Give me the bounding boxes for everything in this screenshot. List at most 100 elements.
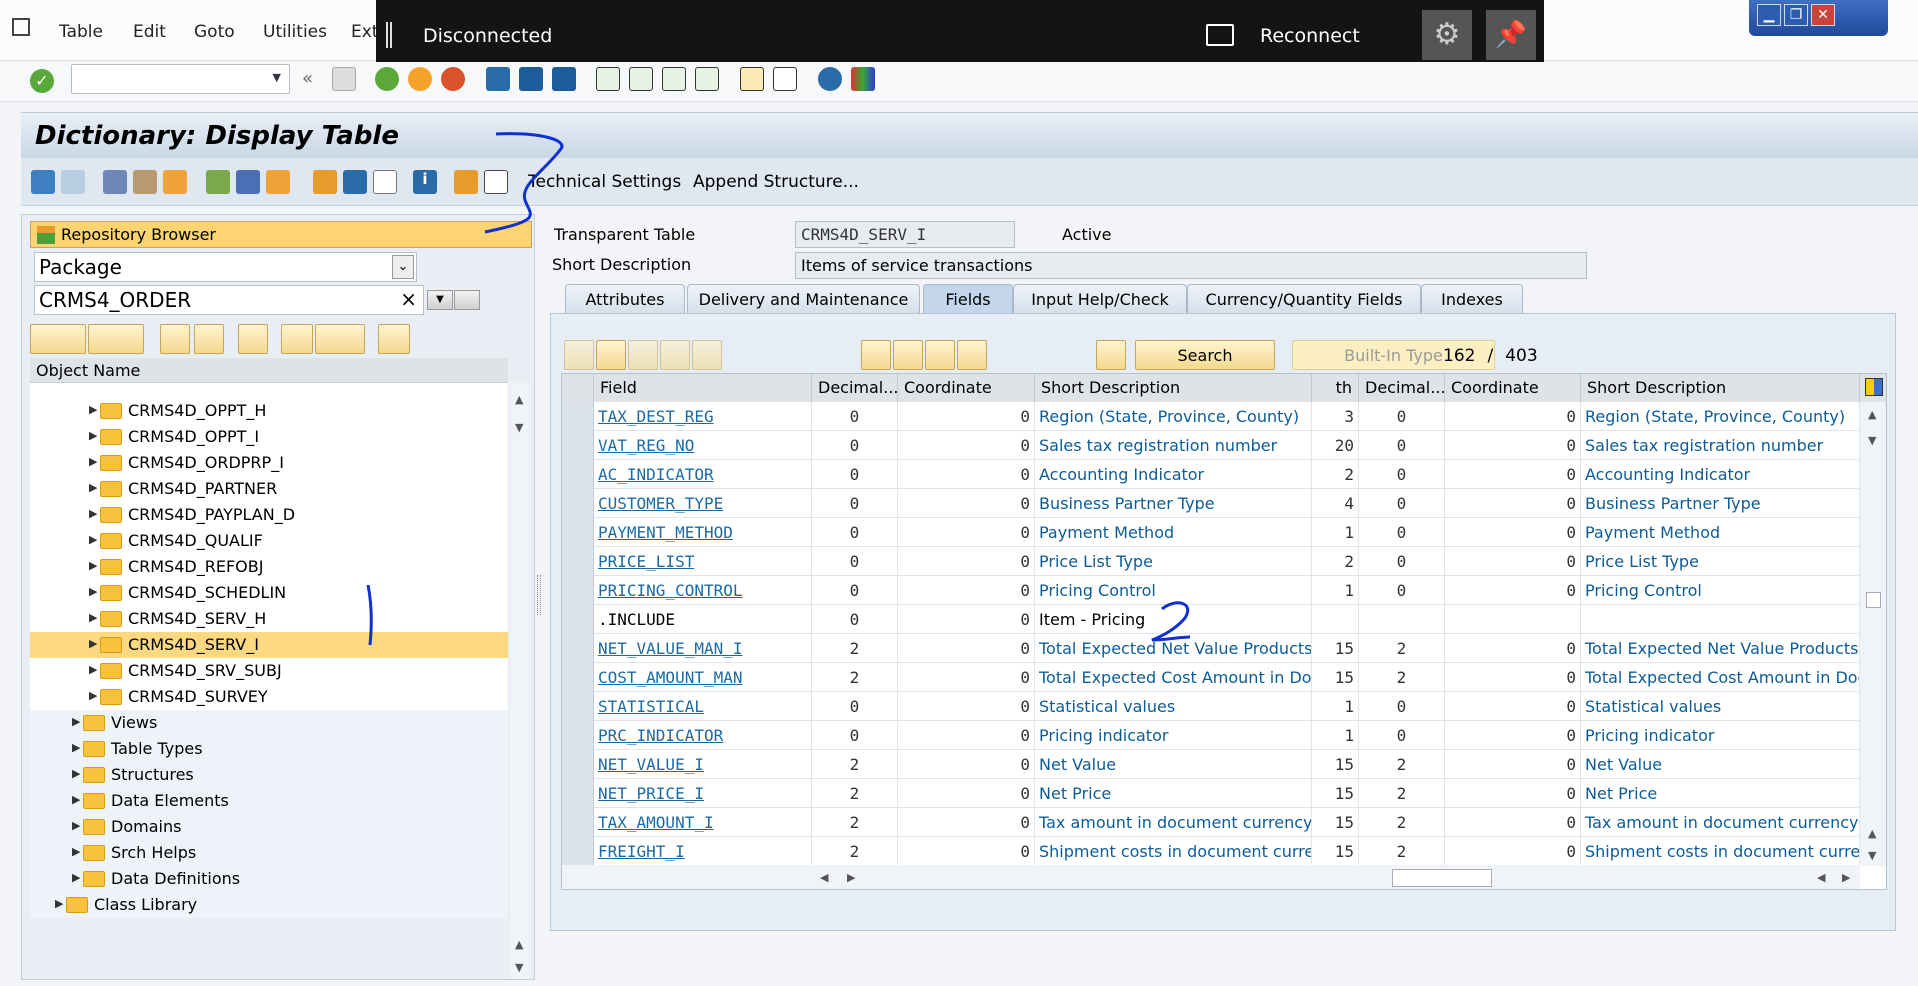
cell-field[interactable]: TAX_DEST_REG xyxy=(594,402,812,431)
expand-arrow-icon[interactable]: ▶ xyxy=(72,715,80,728)
collapse-all-icon[interactable] xyxy=(194,324,224,354)
where-used-icon[interactable] xyxy=(236,170,260,194)
tab-attributes[interactable]: Attributes xyxy=(565,284,685,314)
print-icon[interactable] xyxy=(486,67,510,91)
expand-arrow-icon[interactable]: ▶ xyxy=(89,585,97,598)
row-selector[interactable] xyxy=(562,721,594,750)
tree-node[interactable]: ▶ Table Types xyxy=(30,736,508,762)
dropdown-arrow-icon[interactable]: ▼ xyxy=(427,290,453,310)
collapse-include-icon[interactable] xyxy=(957,340,987,370)
glasses-display-icon[interactable] xyxy=(454,290,480,310)
expand-arrow-icon[interactable]: ▶ xyxy=(72,741,80,754)
column-header-field[interactable]: Field xyxy=(594,374,812,402)
scroll-down-icon[interactable]: ▼ xyxy=(515,421,523,434)
info-icon[interactable]: i xyxy=(413,170,437,194)
tree-node[interactable]: ▶ Data Definitions xyxy=(30,866,508,892)
table-horizontal-scrollbar[interactable]: ◀ ▶ ◀ ▶ xyxy=(562,865,1860,889)
scroll-left-icon[interactable]: ◀ xyxy=(820,871,828,884)
row-selector[interactable] xyxy=(562,605,594,634)
display-object-list-icon[interactable] xyxy=(343,170,367,194)
row-selector[interactable] xyxy=(562,547,594,576)
clear-icon[interactable]: × xyxy=(400,287,417,311)
expand-arrow-icon[interactable]: ▶ xyxy=(55,897,63,910)
tree-node[interactable]: ▶ CRMS4D_QUALIF xyxy=(30,528,508,554)
command-field[interactable]: ▼ xyxy=(71,64,290,94)
tree-node[interactable]: ▶ CRMS4D_REFOBJ xyxy=(30,554,508,580)
row-selector-header[interactable] xyxy=(562,374,594,402)
expand-arrow-icon[interactable]: ▶ xyxy=(89,403,97,416)
reconnect-button[interactable]: Reconnect xyxy=(1260,25,1360,47)
row-selector[interactable] xyxy=(562,837,594,866)
column-settings-icon[interactable] xyxy=(1860,374,1886,402)
first-page-icon[interactable] xyxy=(596,67,620,91)
settings-gear-icon[interactable]: ⚙ xyxy=(1422,10,1472,60)
table-row[interactable]: .INCLUDE 0 0 Item - Pricing xyxy=(562,605,1860,634)
refresh-icon[interactable] xyxy=(378,324,410,354)
table-row[interactable]: TAX_DEST_REG 0 0 Region (State, Province, C… xyxy=(562,402,1860,431)
column-header-coordinate[interactable]: Coordinate xyxy=(898,374,1035,402)
other-object-icon[interactable] xyxy=(133,170,157,194)
cell-field[interactable]: CUSTOMER_TYPE xyxy=(594,489,812,518)
scroll-left-icon[interactable]: ◀ xyxy=(1817,871,1825,884)
scroll-thumb[interactable] xyxy=(1392,869,1492,887)
new-session-icon[interactable] xyxy=(740,67,764,91)
cell-field[interactable]: TAX_AMOUNT_I xyxy=(594,808,812,837)
expand-arrow-icon[interactable]: ▶ xyxy=(89,637,97,650)
expand-arrow-icon[interactable]: ▶ xyxy=(72,793,80,806)
save-icon[interactable] xyxy=(332,67,356,91)
up-hierarchy-icon[interactable] xyxy=(281,324,313,354)
menu-goto[interactable]: Goto xyxy=(194,22,235,42)
cell-field[interactable]: PAYMENT_METHOD xyxy=(594,518,812,547)
tree-node[interactable]: ▶ CRMS4D_SERV_H xyxy=(30,606,508,632)
row-selector[interactable] xyxy=(562,663,594,692)
dropdown-arrow-icon[interactable]: ▼ xyxy=(273,71,281,84)
restore-button[interactable]: ❐ xyxy=(1784,4,1808,26)
exit-icon[interactable] xyxy=(408,67,432,91)
insert-row-icon[interactable] xyxy=(660,340,690,370)
cell-field[interactable]: NET_VALUE_I xyxy=(594,750,812,779)
tab-indexes[interactable]: Indexes xyxy=(1421,284,1523,314)
hierarchy-icon[interactable] xyxy=(313,170,337,194)
tree-node[interactable]: ▶ Srch Helps xyxy=(30,840,508,866)
cell-field[interactable]: NET_PRICE_I xyxy=(594,779,812,808)
find-next-icon[interactable] xyxy=(552,67,576,91)
expand-arrow-icon[interactable]: ▶ xyxy=(89,429,97,442)
column-header-decimals[interactable]: Decimal... xyxy=(812,374,898,402)
pin-icon[interactable]: 📌 xyxy=(1486,10,1536,60)
expand-all-icon[interactable] xyxy=(893,340,923,370)
tree-node[interactable]: ▶ Structures xyxy=(30,762,508,788)
cancel-icon[interactable] xyxy=(441,67,465,91)
next-object-icon[interactable] xyxy=(88,324,144,354)
search-button[interactable]: Search xyxy=(1135,340,1275,370)
column-header-short-description[interactable]: Short Description xyxy=(1035,374,1312,402)
scroll-right-icon[interactable]: ▶ xyxy=(1842,871,1850,884)
cell-field[interactable]: COST_AMOUNT_MAN xyxy=(594,663,812,692)
tree-node[interactable]: ▶ CRMS4D_OPPT_H xyxy=(30,398,508,424)
graphic-icon[interactable] xyxy=(454,170,478,194)
expand-all-icon[interactable] xyxy=(160,324,190,354)
column-header-short-description-2[interactable]: Short Description xyxy=(1581,374,1860,402)
cell-field[interactable]: AC_INDICATOR xyxy=(594,460,812,489)
object-name-input[interactable]: CRMS4_ORDER × xyxy=(34,285,424,315)
row-selector[interactable] xyxy=(562,402,594,431)
scroll-down-icon[interactable]: ▼ xyxy=(1868,434,1876,447)
column-header-length[interactable]: th xyxy=(1312,374,1359,402)
table-row[interactable]: STATISTICAL 0 0 Statistical values 1 0 0 Statis… xyxy=(562,692,1860,721)
expand-arrow-icon[interactable]: ▶ xyxy=(89,507,97,520)
back-icon[interactable] xyxy=(375,67,399,91)
expand-arrow-icon[interactable]: ▶ xyxy=(89,689,97,702)
scroll-up-icon[interactable]: ▲ xyxy=(1868,827,1876,840)
tab-fields[interactable]: Fields xyxy=(923,284,1013,314)
expand-arrow-icon[interactable]: ▶ xyxy=(72,871,80,884)
cell-field[interactable]: PRICING_CONTROL xyxy=(594,576,812,605)
forward-arrow-icon[interactable] xyxy=(61,170,85,194)
table-row[interactable]: PRICING_CONTROL 0 0 Pricing Control 1 0 0 Prici… xyxy=(562,576,1860,605)
expand-arrow-icon[interactable]: ▶ xyxy=(72,767,80,780)
tab-currency-quantity-fields[interactable]: Currency/Quantity Fields xyxy=(1187,284,1421,314)
table-row[interactable]: PRICE_LIST 0 0 Price List Type 2 0 0 Price List… xyxy=(562,547,1860,576)
help-icon[interactable] xyxy=(818,67,842,91)
menu-table[interactable]: Table xyxy=(59,22,103,42)
row-selector[interactable] xyxy=(562,518,594,547)
next-page-icon[interactable] xyxy=(662,67,686,91)
row-selector[interactable] xyxy=(562,808,594,837)
